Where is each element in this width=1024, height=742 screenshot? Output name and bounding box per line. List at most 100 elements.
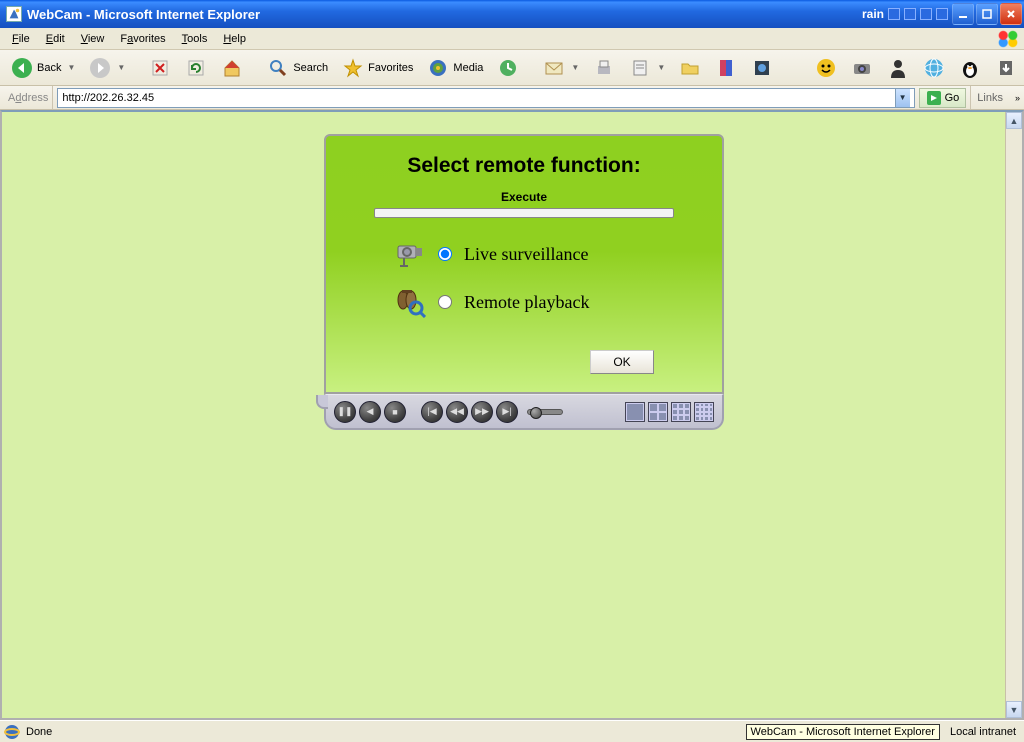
ie-app-icon (6, 6, 22, 22)
view-9-button[interactable] (671, 402, 691, 422)
pause-control[interactable]: ❚❚ (334, 401, 356, 423)
status-text: Done (26, 726, 740, 738)
titlebar: WebCam - Microsoft Internet Explorer rai… (0, 0, 1024, 28)
penguin-icon (959, 57, 981, 79)
go-arrow-icon (926, 90, 942, 106)
content-area: Select remote function: Execute Live sur… (0, 110, 1024, 720)
people-button[interactable] (882, 54, 914, 82)
skip-back-control[interactable]: |◀ (421, 401, 443, 423)
globe-icon (923, 57, 945, 79)
menu-edit[interactable]: Edit (38, 31, 73, 47)
discuss-button[interactable] (674, 54, 706, 82)
mail-icon (543, 57, 565, 79)
toolbar: Back ▼ ▼ Search Favorites (0, 50, 1024, 86)
maximize-button[interactable] (976, 3, 998, 25)
speed-slider[interactable] (527, 409, 563, 415)
home-button[interactable] (216, 54, 248, 82)
view-4-button[interactable] (648, 402, 668, 422)
execute-label: Execute (354, 190, 694, 204)
forward-button[interactable]: ▼ (84, 54, 130, 82)
edit-button[interactable]: ▼ (624, 54, 670, 82)
address-dropdown-icon[interactable]: ▼ (895, 89, 910, 107)
prev-control[interactable]: ◀◀ (446, 401, 468, 423)
media-button[interactable]: Media (422, 54, 488, 82)
tray-mini-4[interactable] (936, 8, 948, 20)
scroll-up-icon[interactable]: ▲ (1006, 112, 1022, 129)
radio-live[interactable] (438, 247, 452, 261)
panel-body: Select remote function: Execute Live sur… (324, 134, 724, 394)
camera-icon (394, 238, 426, 270)
close-button[interactable] (1000, 3, 1022, 25)
menu-favorites[interactable]: Favorites (112, 31, 173, 47)
media-icon (427, 57, 449, 79)
history-button[interactable] (492, 54, 524, 82)
search-icon (267, 57, 289, 79)
download-icon (995, 57, 1017, 79)
links-label[interactable]: Links (970, 86, 1009, 109)
menu-help[interactable]: Help (215, 31, 254, 47)
binoculars-search-icon (394, 286, 426, 318)
camera-icon (851, 57, 873, 79)
edit-icon (629, 57, 651, 79)
tray-mini-1[interactable] (888, 8, 900, 20)
vertical-scrollbar[interactable]: ▲ ▼ (1005, 112, 1022, 718)
search-button[interactable]: Search (262, 54, 333, 82)
stop-button[interactable] (144, 54, 176, 82)
home-icon (221, 57, 243, 79)
option-playback-label: Remote playback (464, 292, 589, 313)
research-button[interactable] (710, 54, 742, 82)
view-16-button[interactable] (694, 402, 714, 422)
menu-tools[interactable]: Tools (174, 31, 216, 47)
mail-button[interactable]: ▼ (538, 54, 584, 82)
chevron-down-icon[interactable]: ▼ (67, 63, 75, 72)
smiley-icon (815, 57, 837, 79)
menu-view[interactable]: View (73, 31, 113, 47)
page-body: Select remote function: Execute Live sur… (2, 112, 1022, 718)
next-control[interactable]: ▶▶ (471, 401, 493, 423)
links-chevron-icon[interactable]: » (1013, 93, 1020, 103)
go-button[interactable]: Go (919, 88, 967, 108)
addressbar: Address ▼ Go Links » (0, 86, 1024, 110)
refresh-button[interactable] (180, 54, 212, 82)
ie-status-icon (4, 724, 20, 740)
tray-mini-2[interactable] (904, 8, 916, 20)
menu-file[interactable]: File (4, 31, 38, 47)
tray-mini-3[interactable] (920, 8, 932, 20)
back-button[interactable]: Back ▼ (6, 54, 80, 82)
option-remote-playback[interactable]: Remote playback (394, 286, 694, 318)
camera-button[interactable] (846, 54, 878, 82)
skip-fwd-control[interactable]: ▶| (496, 401, 518, 423)
view-1-button[interactable] (625, 402, 645, 422)
windows-flag-icon[interactable] (996, 30, 1020, 48)
download-button[interactable] (990, 54, 1022, 82)
scroll-down-icon[interactable]: ▼ (1006, 701, 1022, 718)
radio-playback[interactable] (438, 295, 452, 309)
qq-button[interactable] (954, 54, 986, 82)
panel-title: Select remote function: (354, 154, 694, 178)
url-input[interactable] (62, 92, 894, 104)
taskbar-tooltip: WebCam - Microsoft Internet Explorer (746, 724, 940, 740)
address-label: Address (4, 86, 53, 109)
address-combo[interactable]: ▼ (57, 88, 914, 108)
progress-bar (374, 208, 674, 218)
print-button[interactable] (588, 54, 620, 82)
chevron-down-icon[interactable]: ▼ (571, 63, 579, 72)
rewind-control[interactable]: ◀ (359, 401, 381, 423)
emoji-button[interactable] (810, 54, 842, 82)
star-icon (342, 57, 364, 79)
history-icon (497, 57, 519, 79)
option-live-surveillance[interactable]: Live surveillance (394, 238, 694, 270)
book-icon (715, 57, 737, 79)
extra-button-1[interactable] (746, 54, 778, 82)
ok-button[interactable]: OK (590, 350, 654, 374)
chevron-down-icon[interactable]: ▼ (117, 63, 125, 72)
globe-button[interactable] (918, 54, 950, 82)
title-tray: rain (862, 7, 948, 21)
option-live-label: Live surveillance (464, 244, 588, 265)
chevron-down-icon[interactable]: ▼ (657, 63, 665, 72)
favorites-button[interactable]: Favorites (337, 54, 418, 82)
minimize-button[interactable] (952, 3, 974, 25)
options-group: Live surveillance (354, 238, 694, 318)
stop-control[interactable]: ■ (384, 401, 406, 423)
refresh-icon (185, 57, 207, 79)
